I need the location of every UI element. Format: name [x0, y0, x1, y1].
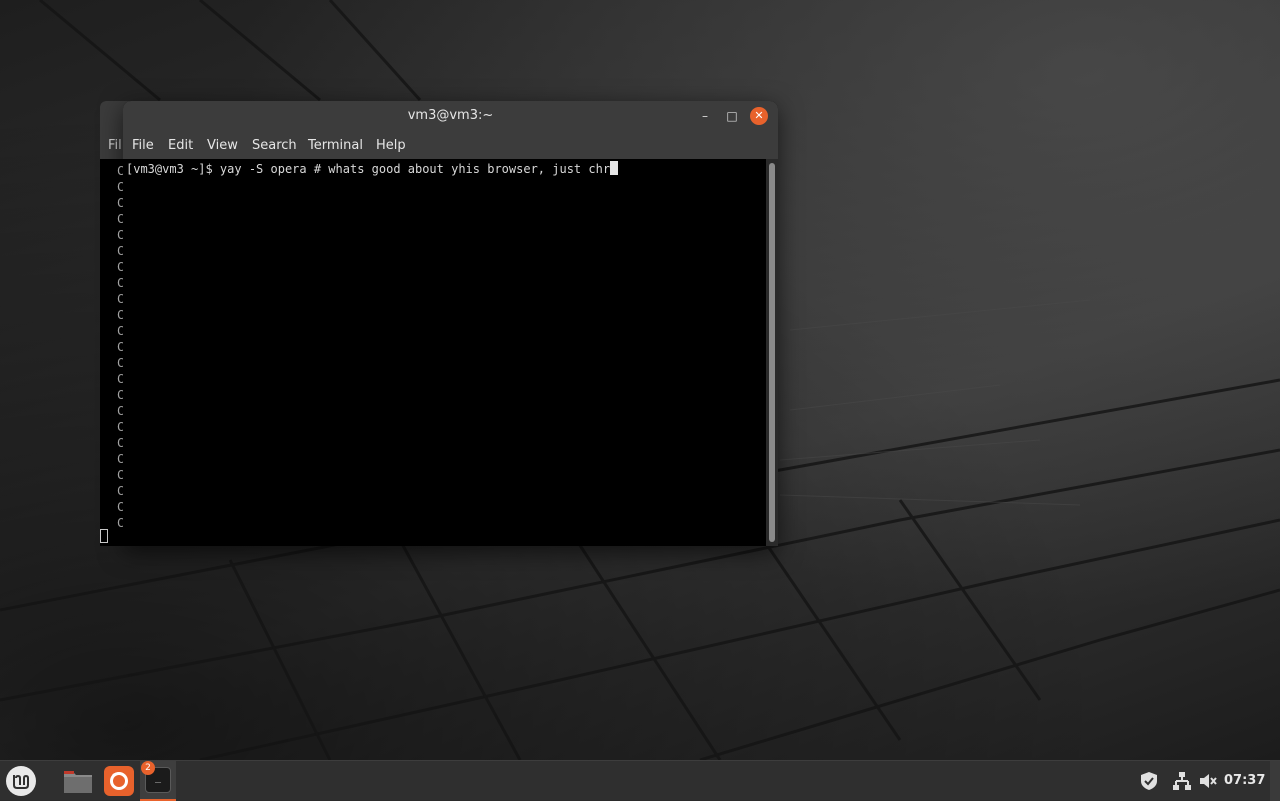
menubar: File Edit View Search Terminal Help	[123, 131, 778, 159]
close-button[interactable]: ✕	[750, 107, 768, 125]
background-menu-fragment: Fil	[108, 138, 122, 153]
maximize-button[interactable]: □	[724, 108, 740, 124]
terminal-area[interactable]: [vm3@vm3 ~]$ yay -S opera # whats good a…	[123, 159, 766, 546]
taskbar: _ 07:37	[0, 760, 1280, 801]
typed-command: yay -S opera # whats good about yhis bro…	[219, 162, 611, 176]
menu-view[interactable]: View	[207, 131, 238, 159]
menu-search[interactable]: Search	[252, 131, 297, 159]
linux-mint-logo-icon	[7, 767, 35, 795]
text-cursor	[610, 161, 619, 175]
show-desktop-button[interactable]	[1270, 761, 1280, 801]
files-folder-icon[interactable]	[62, 765, 94, 797]
prompt-line: [vm3@vm3 ~]$ yay -S opera # whats good a…	[126, 161, 619, 177]
background-terminal-cursor	[100, 529, 108, 543]
volume-muted-icon[interactable]	[1198, 771, 1218, 791]
scrollbar-thumb[interactable]	[769, 163, 775, 542]
menu-help[interactable]: Help	[376, 131, 406, 159]
menu-terminal[interactable]: Terminal	[308, 131, 363, 159]
terminal-window-count-badge: 2	[141, 761, 155, 775]
terminal-scrollbar[interactable]	[766, 159, 778, 546]
menu-file[interactable]: File	[132, 131, 154, 159]
firefox-icon[interactable]	[103, 765, 135, 797]
minimize-button[interactable]: –	[697, 108, 713, 124]
mint-menu-button[interactable]	[6, 766, 36, 796]
window-title: vm3@vm3:~	[407, 108, 494, 123]
shell-prompt: [vm3@vm3 ~]$	[126, 162, 220, 176]
terminal-window[interactable]: vm3@vm3:~ – □ ✕ File Edit View Search Te…	[123, 101, 778, 546]
menu-edit[interactable]: Edit	[168, 131, 193, 159]
shield-icon[interactable]	[1139, 771, 1159, 791]
network-icon[interactable]	[1172, 771, 1192, 791]
clock[interactable]: 07:37	[1224, 761, 1265, 801]
titlebar[interactable]: vm3@vm3:~ – □ ✕	[123, 101, 778, 131]
